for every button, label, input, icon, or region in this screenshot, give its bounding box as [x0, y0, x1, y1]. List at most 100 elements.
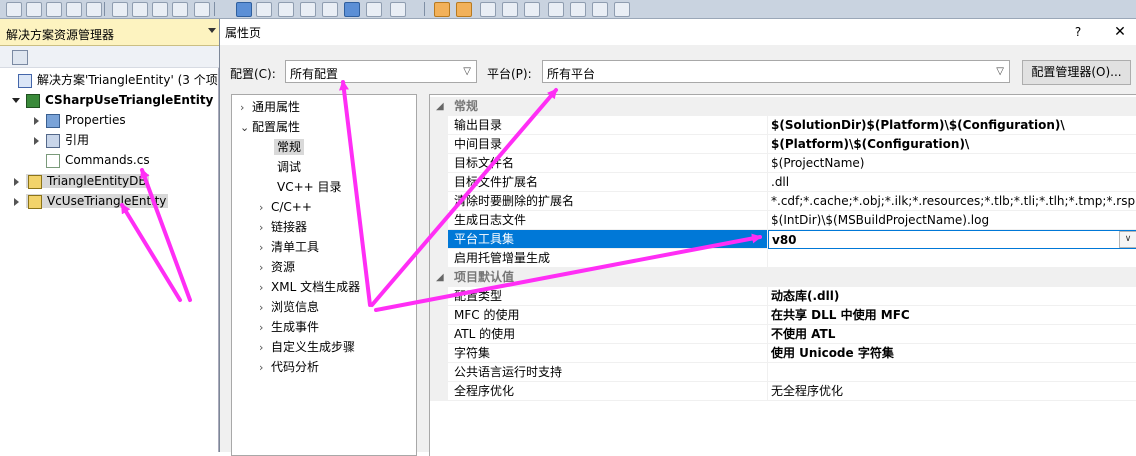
chevron-down-icon[interactable]: ∨	[1119, 231, 1136, 248]
tree-item-csharp-project[interactable]: CSharpUseTriangleEntity	[12, 90, 213, 110]
toolbar-icon[interactable]	[322, 2, 338, 17]
toolbar-icon[interactable]	[502, 2, 518, 17]
grid-row[interactable]: 公共语言运行时支持	[430, 363, 1136, 382]
tree-item-vcusetriangleentity[interactable]: VcUseTriangleEntity	[14, 191, 169, 211]
grid-row[interactable]: 配置类型 动态库(.dll)	[430, 287, 1136, 306]
collapse-icon[interactable]: ◢	[436, 97, 444, 116]
collapse-arrow-icon[interactable]	[14, 177, 19, 186]
grid-row[interactable]: 目标文件名 $(ProjectName)	[430, 154, 1136, 173]
toolbar-icon[interactable]	[112, 2, 128, 17]
cs-file-icon	[46, 153, 60, 168]
config-dropdown[interactable]: 所有配置 ▽	[285, 60, 477, 83]
toolbar-icon[interactable]	[26, 2, 42, 17]
toolbar-icon[interactable]	[480, 2, 496, 17]
toolbar-icon[interactable]	[366, 2, 382, 17]
nav-item-xml-doc-generator[interactable]: › XML 文档生成器	[259, 277, 360, 297]
dropdown-arrow-icon[interactable]	[208, 28, 216, 33]
grid-row[interactable]: 输出目录 $(SolutionDir)$(Platform)\$(Configur…	[430, 116, 1136, 135]
toolbar-icon[interactable]	[6, 2, 22, 17]
properties-button-icon[interactable]	[12, 50, 28, 65]
platform-dropdown[interactable]: 所有平台 ▽	[542, 60, 1010, 83]
chevron-down-icon: ⌄	[240, 121, 250, 134]
toolbar-icon[interactable]	[390, 2, 406, 17]
grid-category-general[interactable]: ◢ 常规	[430, 97, 1136, 116]
chevron-down-icon: ▽	[463, 66, 471, 77]
grid-category-project-defaults[interactable]: ◢ 项目默认值	[430, 268, 1136, 287]
toolbar-icon[interactable]	[86, 2, 102, 17]
nav-item-manifest-tool[interactable]: › 清单工具	[259, 237, 319, 257]
nav-item-custom-build-step[interactable]: › 自定义生成步骤	[259, 337, 355, 357]
chevron-down-icon: ▽	[996, 66, 1004, 77]
grid-row[interactable]: 字符集 使用 Unicode 字符集	[430, 344, 1136, 363]
toolbar-icon[interactable]	[524, 2, 540, 17]
solution-explorer-panel: 解决方案资源管理器 解决方案'TriangleEntity' (3 个项目 CS…	[0, 19, 230, 452]
config-manager-button[interactable]: 配置管理器(O)...	[1022, 60, 1131, 85]
nav-item-build-events[interactable]: › 生成事件	[259, 317, 319, 337]
help-button[interactable]: ?	[1068, 22, 1088, 42]
nav-item-code-analysis[interactable]: › 代码分析	[259, 357, 319, 377]
nav-item-debugging[interactable]: 调试	[277, 157, 301, 177]
nav-item-common-properties[interactable]: › 通用属性	[240, 97, 300, 117]
grid-row[interactable]: 清除时要删除的扩展名 *.cdf;*.cache;*.obj;*.ilk;*.re…	[430, 192, 1136, 211]
toolbar-icon[interactable]	[570, 2, 586, 17]
toolbar-icon[interactable]	[132, 2, 148, 17]
toolbar-icon[interactable]	[300, 2, 316, 17]
grid-row[interactable]: 全程序优化 无全程序优化	[430, 382, 1136, 401]
vc-project-icon	[28, 194, 42, 209]
collapse-arrow-icon[interactable]	[34, 136, 39, 145]
toolbar-icon[interactable]	[592, 2, 608, 17]
grid-row[interactable]: 生成日志文件 $(IntDir)\$(MSBuildProjectName).lo…	[430, 211, 1136, 230]
collapse-arrow-icon[interactable]	[34, 116, 39, 125]
expand-arrow-icon[interactable]	[12, 98, 20, 103]
chevron-right-icon: ›	[259, 321, 264, 334]
nav-item-vc-directories[interactable]: VC++ 目录	[277, 177, 342, 197]
toolbar-icon[interactable]	[434, 2, 450, 17]
toolbar-separator	[214, 2, 215, 16]
collapse-arrow-icon[interactable]	[14, 197, 19, 206]
tree-item-triangleentitydb[interactable]: TriangleEntityDB	[14, 171, 149, 191]
collapse-icon[interactable]: ◢	[436, 268, 444, 287]
toolbar-icon[interactable]	[278, 2, 294, 17]
grid-row[interactable]: 启用托管增量生成	[430, 249, 1136, 268]
tree-item-properties[interactable]: Properties	[34, 110, 126, 130]
toolbar-icon[interactable]	[456, 2, 472, 17]
toolbar-icon[interactable]	[46, 2, 62, 17]
toolbar-icon[interactable]	[152, 2, 168, 17]
tree-item-solution[interactable]: 解决方案'TriangleEntity' (3 个项目	[18, 70, 230, 90]
nav-item-linker[interactable]: › 链接器	[259, 217, 307, 237]
platform-label: 平台(P):	[487, 67, 532, 81]
chevron-right-icon: ›	[259, 261, 264, 274]
nav-item-general[interactable]: 常规	[274, 137, 305, 157]
config-label: 配置(C):	[230, 67, 276, 81]
toolbar-icon[interactable]	[344, 2, 360, 17]
grid-row[interactable]: ATL 的使用 不使用 ATL	[430, 325, 1136, 344]
csharp-project-icon	[26, 93, 40, 108]
platform-toolset-value[interactable]: v80	[768, 230, 1136, 249]
nav-item-config-properties[interactable]: ⌄ 配置属性	[240, 117, 300, 137]
grid-row[interactable]: 目标文件扩展名 .dll	[430, 173, 1136, 192]
dialog-title: 属性页	[225, 26, 262, 40]
toolbar-icon[interactable]	[66, 2, 82, 17]
tree-item-references[interactable]: 引用	[34, 130, 89, 150]
solution-explorer-title-bar: 解决方案资源管理器	[0, 19, 219, 46]
tree-item-commands-cs[interactable]: Commands.cs	[34, 150, 150, 170]
grid-row[interactable]: MFC 的使用 在共享 DLL 中使用 MFC	[430, 306, 1136, 325]
nav-item-cpp[interactable]: › C/C++	[259, 197, 312, 217]
toolbar-icon[interactable]	[548, 2, 564, 17]
toolbar-icon[interactable]	[194, 2, 210, 17]
nav-item-resources[interactable]: › 资源	[259, 257, 295, 277]
toolbar-icon[interactable]	[172, 2, 188, 17]
chevron-right-icon: ›	[259, 361, 264, 374]
grid-row-platform-toolset[interactable]: 平台工具集 v80 ∨	[430, 230, 1136, 249]
toolbar-separator	[424, 2, 425, 16]
toolbar-icon[interactable]	[614, 2, 630, 17]
chevron-right-icon: ›	[259, 301, 264, 314]
solution-icon	[18, 73, 32, 88]
toolbar-icon[interactable]	[256, 2, 272, 17]
nav-item-browse-info[interactable]: › 浏览信息	[259, 297, 319, 317]
toolbar-separator	[104, 2, 105, 16]
toolbar-icon[interactable]	[236, 2, 252, 17]
close-button[interactable]: ✕	[1110, 22, 1130, 42]
grid-row[interactable]: 中间目录 $(Platform)\$(Configuration)\	[430, 135, 1136, 154]
solution-explorer-title: 解决方案资源管理器	[6, 28, 115, 42]
